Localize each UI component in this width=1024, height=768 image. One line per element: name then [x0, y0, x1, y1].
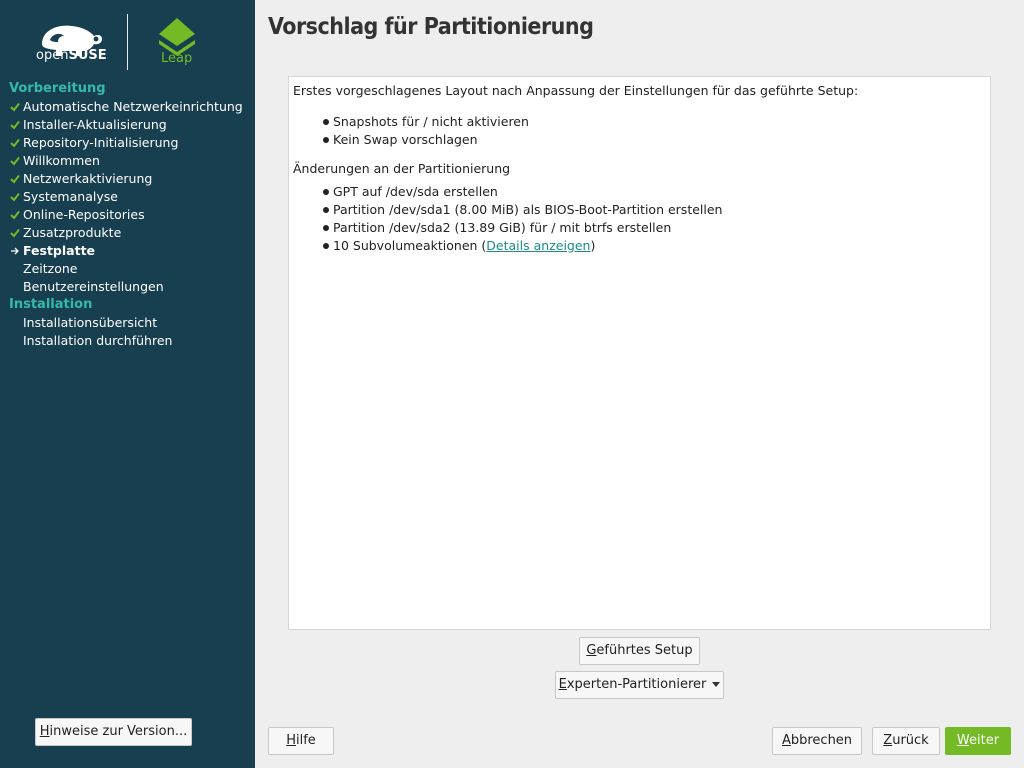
step-user-settings: Benutzereinstellungen: [0, 278, 255, 296]
logo-area: openSUSE Leap: [0, 0, 255, 80]
step-online-repositories: Online-Repositories: [0, 206, 255, 224]
step-welcome: Willkommen: [0, 152, 255, 170]
checkmark-icon: [10, 134, 22, 152]
step-label: Systemanalyse: [23, 189, 118, 204]
step-label: Installer-Aktualisierung: [23, 117, 167, 132]
guided-setup-button[interactable]: Geführtes Setup: [579, 637, 700, 665]
step-installer-update: Installer-Aktualisierung: [0, 116, 255, 134]
step-label: Netzwerkaktivierung: [23, 171, 153, 186]
step-label: Installation durchführen: [23, 333, 173, 348]
step-label: Repository-Initialisierung: [23, 135, 179, 150]
step-add-on-products: Zusatzprodukte: [0, 224, 255, 242]
step-label: Automatische Netzwerkeinrichtung: [23, 99, 243, 114]
next-button[interactable]: Weiter: [945, 727, 1011, 755]
page-title: Vorschlag für Partitionierung: [268, 14, 594, 40]
list-item: Partition /dev/sda1 (8.00 MiB) als BIOS-…: [323, 201, 986, 219]
step-network-activation: Netzwerkaktivierung: [0, 170, 255, 188]
checkmark-icon: [10, 116, 22, 134]
abort-button[interactable]: Abbrechen: [772, 727, 862, 755]
changes-heading: Änderungen an der Partitionierung: [293, 161, 511, 176]
list-item-subvolumes: 10 Subvolumeaktionen (Details anzeigen): [323, 237, 986, 255]
step-repository-initialization: Repository-Initialisierung: [0, 134, 255, 152]
list-item: Partition /dev/sda2 (13.89 GiB) für / mi…: [323, 219, 986, 237]
expert-partitioner-button[interactable]: Experten-Partitionierer: [555, 671, 724, 699]
step-time-zone: Zeitzone: [0, 260, 255, 278]
checkmark-icon: [10, 206, 22, 224]
partitioning-proposal-summary: Erstes vorgeschlagenes Layout nach Anpas…: [288, 76, 991, 630]
list-item: Snapshots für / nicht aktivieren: [323, 113, 986, 131]
help-button[interactable]: Hilfe: [268, 727, 334, 755]
installation-steps: Vorbereitung Automatische Netzwerkeinric…: [0, 80, 255, 350]
checkmark-icon: [10, 224, 22, 242]
step-hard-disk: Festplatte: [0, 242, 255, 260]
logo-divider: [127, 14, 128, 70]
section-title-installation: Installation: [9, 297, 93, 312]
proposal-intro: Erstes vorgeschlagenes Layout nach Anpas…: [293, 83, 859, 98]
changes-list: GPT auf /dev/sda erstellen Partition /de…: [293, 183, 986, 255]
back-button[interactable]: Zurück: [872, 727, 940, 755]
step-label: Benutzereinstellungen: [23, 279, 164, 294]
list-item: Kein Swap vorschlagen: [323, 131, 986, 149]
step-automatic-network-setup: Automatische Netzwerkeinrichtung: [0, 98, 255, 116]
step-system-analysis: Systemanalyse: [0, 188, 255, 206]
sidebar: openSUSE Leap Vorbereitung Automatische …: [0, 0, 255, 768]
step-perform-installation: Installation durchführen: [0, 332, 255, 350]
section-title-preparation: Vorbereitung: [9, 81, 106, 96]
checkmark-icon: [10, 188, 22, 206]
step-installation-overview: Installationsübersicht: [0, 314, 255, 332]
show-details-link[interactable]: Details anzeigen: [486, 238, 590, 253]
leap-wordmark: Leap: [161, 51, 193, 66]
step-label: Installationsübersicht: [23, 315, 158, 330]
settings-list: Snapshots für / nicht aktivieren Kein Sw…: [293, 113, 986, 149]
step-label: Online-Repositories: [23, 207, 145, 222]
step-label: Willkommen: [23, 153, 100, 168]
checkmark-icon: [10, 98, 22, 116]
release-notes-button[interactable]: Hinweise zur Version...: [35, 718, 192, 746]
opensuse-wordmark: openSUSE: [36, 48, 107, 63]
step-label: Zeitzone: [23, 261, 78, 276]
arrow-right-icon: [10, 242, 22, 260]
checkmark-icon: [10, 170, 22, 188]
step-label: Festplatte: [23, 243, 96, 258]
step-label: Zusatzprodukte: [23, 225, 122, 240]
dropdown-arrow-icon: [712, 682, 721, 687]
checkmark-icon: [10, 152, 22, 170]
list-item: GPT auf /dev/sda erstellen: [323, 183, 986, 201]
